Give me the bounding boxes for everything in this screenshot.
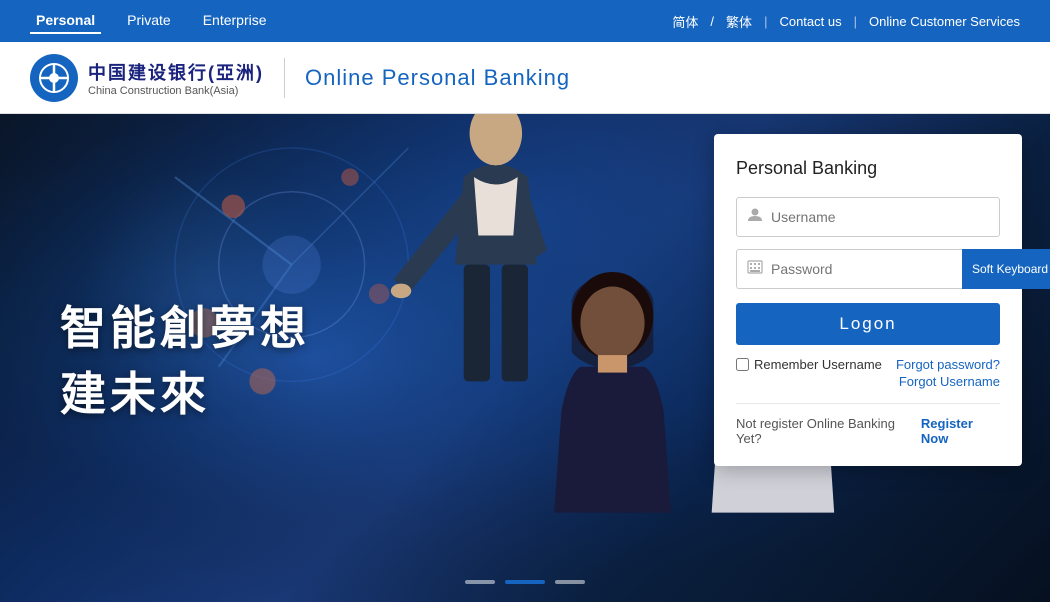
slider-dot-1[interactable] <box>465 580 495 584</box>
top-navigation: Personal Private Enterprise 简体 / 繁体 | Co… <box>0 0 1050 42</box>
register-now-link[interactable]: Register Now <box>921 416 1000 446</box>
hero-text: 智能創夢想 建未來 <box>60 292 310 424</box>
page-header: 中国建设银行(亞洲) China Construction Bank(Asia)… <box>0 42 1050 114</box>
password-row: Soft Keyboard <box>736 249 1000 289</box>
forgot-links: Forgot password? Forgot Username <box>896 357 1000 389</box>
username-input[interactable] <box>771 209 989 225</box>
username-input-wrapper <box>736 197 1000 237</box>
remember-username-text: Remember Username <box>754 357 882 372</box>
nav-private[interactable]: Private <box>121 8 177 34</box>
lang-simplified[interactable]: 简体 <box>672 12 698 31</box>
customer-service-link[interactable]: Online Customer Services <box>869 14 1020 29</box>
top-nav-left: Personal Private Enterprise <box>30 8 273 34</box>
nav-personal[interactable]: Personal <box>30 8 101 34</box>
slider-dots <box>465 580 585 584</box>
soft-keyboard-button[interactable]: Soft Keyboard <box>962 249 1050 289</box>
username-group <box>736 197 1000 237</box>
bank-name-cn: 中国建设银行(亞洲) <box>88 59 264 85</box>
main-content: 智能創夢想 建未來 Personal Banking <box>0 114 1050 602</box>
user-icon <box>747 207 763 227</box>
login-card: Personal Banking <box>714 134 1022 466</box>
logo-text: 中国建设银行(亞洲) China Construction Bank(Asia) <box>88 59 264 97</box>
contact-us-link[interactable]: Contact us <box>779 14 841 29</box>
hero-line1: 智能創夢想 <box>60 292 310 358</box>
nav-enterprise[interactable]: Enterprise <box>197 8 273 34</box>
slider-dot-3[interactable] <box>555 580 585 584</box>
hero-line2: 建未來 <box>60 358 310 424</box>
keyboard-icon <box>747 260 763 278</box>
top-nav-right: 简体 / 繁体 | Contact us | Online Customer S… <box>672 12 1020 31</box>
register-row: Not register Online Banking Yet? Registe… <box>736 403 1000 446</box>
forgot-password-link[interactable]: Forgot password? <box>896 357 1000 372</box>
nav-divider-1: | <box>764 14 767 29</box>
header-divider <box>284 58 285 98</box>
password-input-wrapper <box>736 249 962 289</box>
remember-username-checkbox[interactable] <box>736 358 749 371</box>
slider-dot-2[interactable] <box>505 580 545 584</box>
bank-name-en: China Construction Bank(Asia) <box>88 85 264 97</box>
nav-divider-2: | <box>854 14 857 29</box>
lang-traditional[interactable]: 繁体 <box>726 12 752 31</box>
not-registered-text: Not register Online Banking Yet? <box>736 416 915 446</box>
remember-username-label[interactable]: Remember Username <box>736 357 882 372</box>
logon-button[interactable]: Logon <box>736 303 1000 345</box>
forgot-username-link[interactable]: Forgot Username <box>899 374 1000 389</box>
page-title: Online Personal Banking <box>305 65 570 91</box>
bank-logo-icon <box>30 54 78 102</box>
login-card-title: Personal Banking <box>736 158 1000 179</box>
remember-forgot-row: Remember Username Forgot password? Forgo… <box>736 357 1000 389</box>
password-input[interactable] <box>771 261 952 277</box>
logo-area: 中国建设银行(亞洲) China Construction Bank(Asia) <box>30 54 264 102</box>
lang-divider: / <box>710 14 714 29</box>
